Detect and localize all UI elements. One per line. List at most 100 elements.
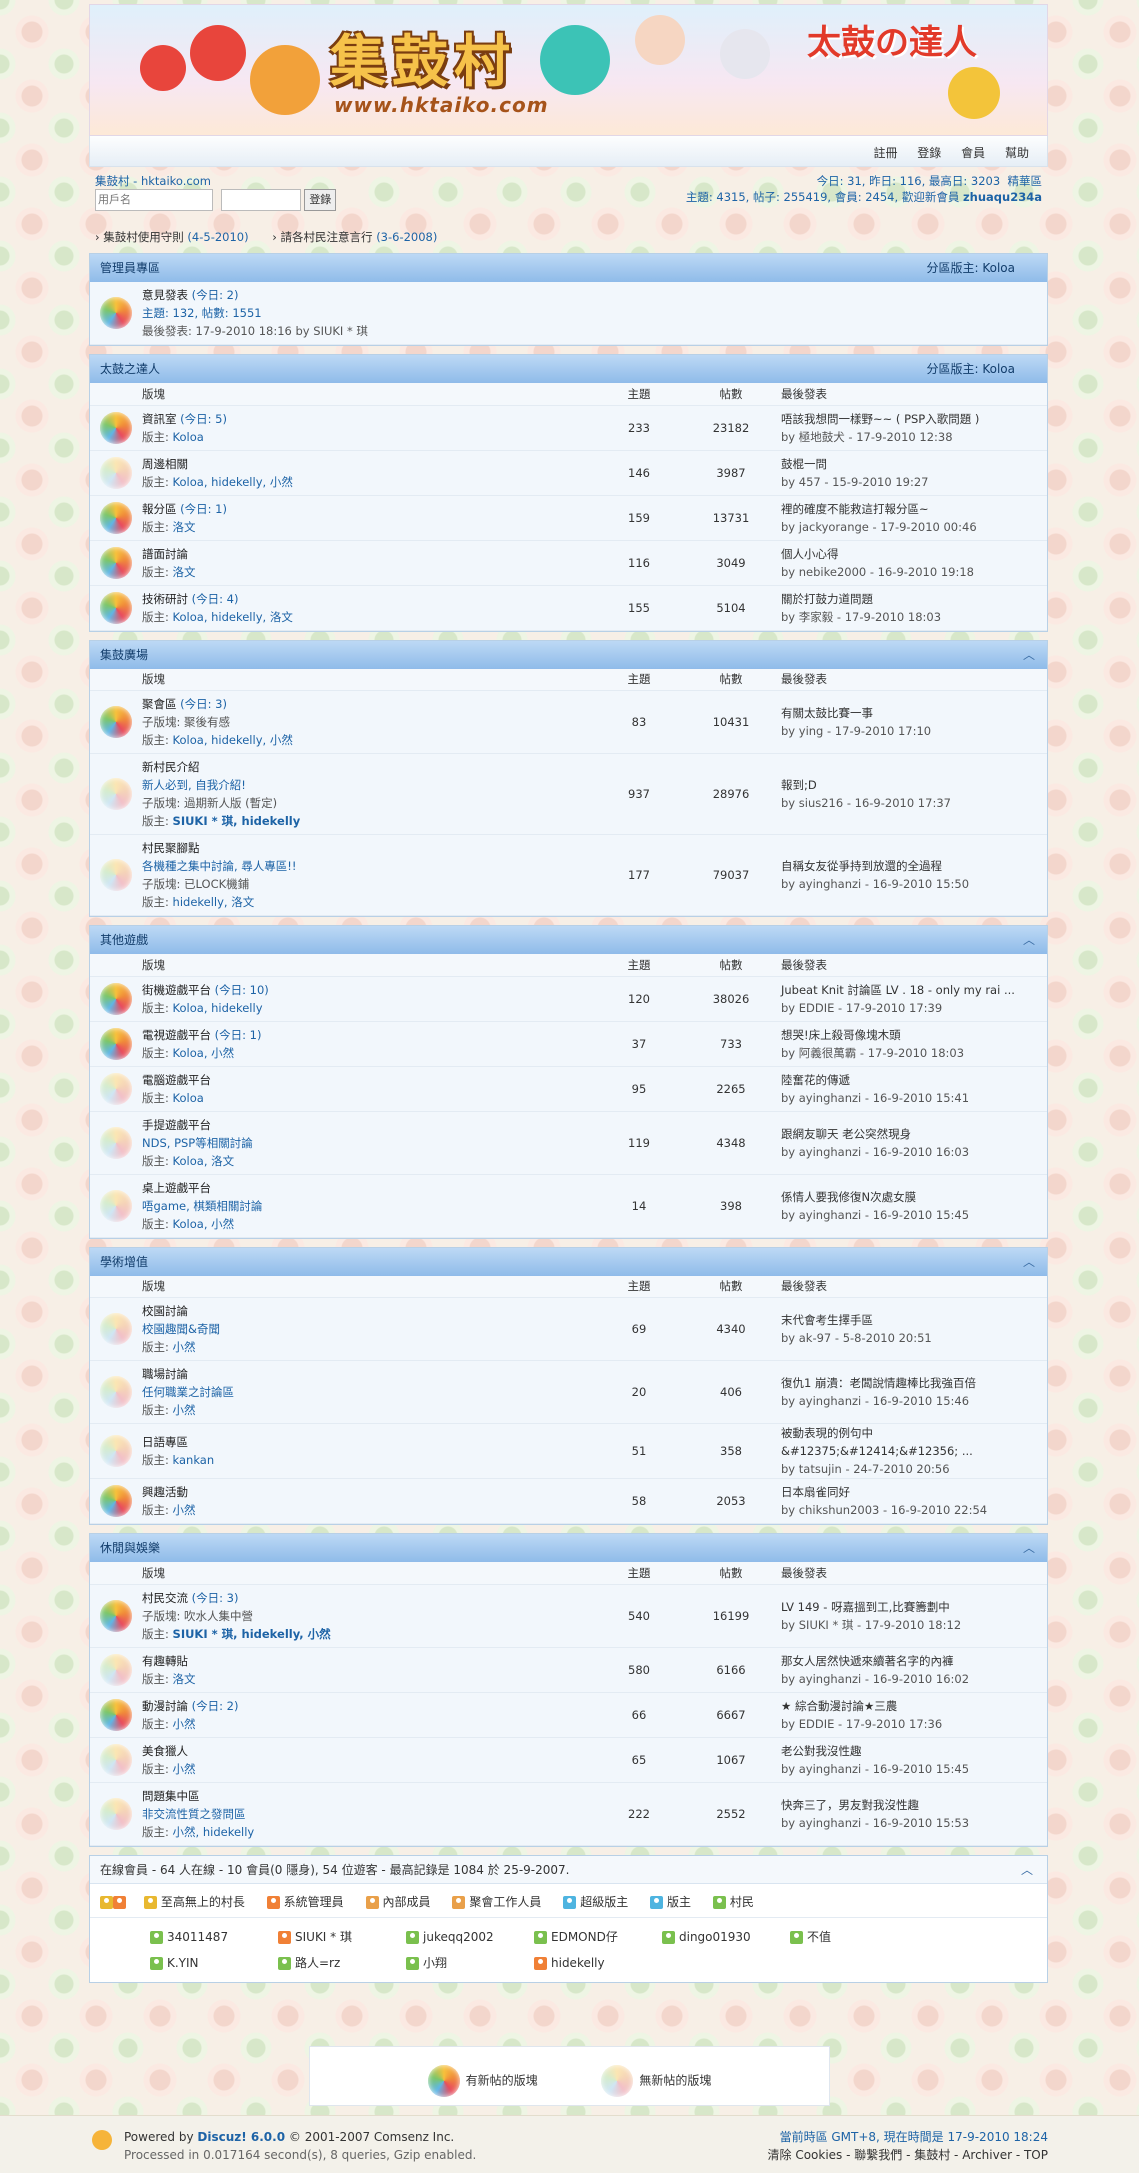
site-banner[interactable]: 集鼓村 www.hktaiko.com 太鼓の達人: [89, 4, 1048, 136]
last-post-title[interactable]: 個人小心得: [781, 545, 1047, 563]
last-post-title[interactable]: 日本扇雀同好: [781, 1483, 1047, 1501]
forum-row[interactable]: 電視遊戲平台 (今日: 1) 版主: Koloa, 小然 37 733 想哭!床上殺哥像…: [90, 1021, 1047, 1067]
nav-register[interactable]: 註冊: [873, 146, 897, 160]
announcement-item[interactable]: › 請各村民注意言行 (3-6-2008): [272, 230, 437, 244]
forum-row[interactable]: 新村民介紹 新人必到, 自我介紹! 子版塊: 過期新人版 (暫定) 版主: SIUKI…: [90, 753, 1047, 835]
online-user[interactable]: dingo01930: [662, 1924, 790, 1950]
online-header[interactable]: 在線會員 - 64 人在線 - 10 會員(0 隱身), 54 位遊客 - 最高…: [90, 1855, 1047, 1884]
online-user[interactable]: EDMOND仔: [534, 1924, 662, 1950]
forum-name[interactable]: 職場討論: [142, 1367, 188, 1381]
forum-name[interactable]: 村民聚腳點: [142, 841, 200, 855]
forum-name[interactable]: 有趣轉貼: [142, 1654, 188, 1668]
last-post-title[interactable]: Jubeat Knit 討論區 LV . 18 - only my rai ..…: [781, 981, 1047, 999]
footer-links[interactable]: 清除 Cookies - 聯繫我們 - 集鼓村 - Archiver - TOP: [768, 2146, 1048, 2164]
forum-row[interactable]: 街機遊戲平台 (今日: 10) 版主: Koloa, hidekelly 120 38…: [90, 976, 1047, 1022]
last-post-title[interactable]: 自稱女友從爭持到放還的全過程: [781, 857, 1047, 875]
forum-name[interactable]: 街機遊戲平台: [142, 983, 211, 997]
forum-row[interactable]: 美食獵人 版主: 小然 65 1067 老公對我沒性趣 by ayinghanzi - 1…: [90, 1737, 1047, 1783]
forum-name[interactable]: 美食獵人: [142, 1744, 188, 1758]
login-button[interactable]: 登錄: [304, 189, 337, 211]
category-header[interactable]: 其他遊戲 ︿: [90, 926, 1047, 954]
site-link[interactable]: 集鼓村 - hktaiko.com: [95, 173, 211, 189]
last-post-title[interactable]: 陸奮花的傳遞: [781, 1071, 1047, 1089]
online-user[interactable]: jukeqq2002: [406, 1924, 534, 1950]
last-post-title[interactable]: 末代會考生擇手區: [781, 1311, 1047, 1329]
last-post-title[interactable]: 有關太鼓比賽一事: [781, 704, 1047, 722]
online-user[interactable]: 小翔: [406, 1950, 534, 1976]
category-header[interactable]: 學術增值 ︿: [90, 1247, 1047, 1276]
password-input[interactable]: [220, 189, 301, 211]
announcement-item[interactable]: › 集鼓村使用守則 (4-5-2010): [95, 230, 249, 244]
last-post-title[interactable]: 被動表現的例句中&#12375;&#12414;&#12356; ...: [781, 1424, 1047, 1460]
forum-row[interactable]: 資訊室 (今日: 5) 版主: Koloa 233 23182 唔該我想問一樣野~~ (…: [90, 405, 1047, 451]
forum-admin[interactable]: 意見發表 (今日: 2) 主題: 132, 帖數: 1551 最後發表: 17-…: [142, 282, 1047, 345]
category-header[interactable]: 太鼓之達人 分區版主: Koloa: [90, 355, 1047, 383]
last-post-title[interactable]: 想哭!床上殺哥像塊木頭: [781, 1026, 1047, 1044]
forum-name[interactable]: 報分區: [142, 502, 177, 516]
forum-name[interactable]: 校園討論: [142, 1304, 188, 1318]
forum-row[interactable]: 桌上遊戲平台 唔game, 棋類相關討論 版主: Koloa, 小然 14 398 係情人…: [90, 1174, 1047, 1238]
last-post-title[interactable]: 那女人居然快遞來續著名字的內褲: [781, 1652, 1047, 1670]
last-post-title[interactable]: 跟網友聊天 老公突然現身: [781, 1125, 1047, 1143]
forum-name[interactable]: 日語專區: [142, 1435, 188, 1449]
online-user[interactable]: hidekelly: [534, 1950, 662, 1976]
category-header[interactable]: 集鼓廣場 ︿: [90, 640, 1047, 669]
forum-row[interactable]: 電腦遊戲平台 版主: Koloa 95 2265 陸奮花的傳遞 by ayinghanzi…: [90, 1066, 1047, 1112]
category-header[interactable]: 管理員專區 分區版主: Koloa: [90, 254, 1047, 282]
forum-name[interactable]: 電腦遊戲平台: [142, 1073, 211, 1087]
forum-name[interactable]: 新村民介紹: [142, 760, 200, 774]
nav-login[interactable]: 登錄: [917, 146, 941, 160]
forum-row[interactable]: 周邊相關 版主: Koloa, hidekelly, 小然 146 3987 鼓棍一問 b…: [90, 450, 1047, 496]
nav-members[interactable]: 會員: [961, 146, 985, 160]
forum-name[interactable]: 譜面討論: [142, 547, 188, 561]
last-post-title[interactable]: LV 149 - 呀嘉搵到工,比賽籌劃中: [781, 1598, 1047, 1616]
forum-row[interactable]: 興趣活動 版主: 小然 58 2053 日本扇雀同好 by chikshun2003 - …: [90, 1478, 1047, 1524]
forum-row[interactable]: 職場討論 任何職業之討論區 版主: 小然 20 406 復仇1 崩潰：老闆說情趣棒比我強百…: [90, 1360, 1047, 1424]
forum-name[interactable]: 技術研討: [142, 592, 188, 606]
last-post-title[interactable]: 老公對我沒性趣: [781, 1742, 1047, 1760]
forum-row[interactable]: 報分區 (今日: 1) 版主: 洛文 159 13731 裡的確度不能救這打報分區~ by…: [90, 495, 1047, 541]
forum-name[interactable]: 電視遊戲平台: [142, 1028, 211, 1042]
last-post-title[interactable]: 唔該我想問一樣野~~ ( PSP入歌問題 ): [781, 410, 1047, 428]
last-post-title[interactable]: 快奔三了，男友對我沒性趣: [781, 1796, 1047, 1814]
forum-row[interactable]: 有趣轉貼 版主: 洛文 580 6166 那女人居然快遞來續著名字的內褲 by aying…: [90, 1647, 1047, 1693]
forum-row[interactable]: 問題集中區 非交流性質之發問區 版主: 小然, hidekelly 222 2552 快奔…: [90, 1782, 1047, 1846]
new-member-link[interactable]: zhuaqu234a: [963, 190, 1042, 204]
last-post-title[interactable]: 復仇1 崩潰：老闆說情趣棒比我強百倍: [781, 1374, 1047, 1392]
forum-row[interactable]: 村民交流 (今日: 3) 子版塊: 吹水人集中營 版主: SIUKI * 琪, hi…: [90, 1584, 1047, 1648]
forum-row[interactable]: 聚會區 (今日: 3) 子版塊: 聚後有感 版主: Koloa, hidekelly…: [90, 690, 1047, 754]
forum-name[interactable]: 手提遊戲平台: [142, 1118, 211, 1132]
forum-row[interactable]: 村民聚腳點 各機種之集中討論, 尋人專區!! 子版塊: 已LOCK機鋪 版主: hid…: [90, 834, 1047, 916]
forum-name[interactable]: 動漫討論: [142, 1699, 188, 1713]
online-user[interactable]: K.YIN: [150, 1950, 278, 1976]
forum-row[interactable]: 日語專區 版主: kankan 51 358 被動表現的例句中&#12375;&#124…: [90, 1423, 1047, 1479]
forum-name[interactable]: 興趣活動: [142, 1485, 188, 1499]
forum-name[interactable]: 村民交流: [142, 1591, 188, 1605]
forum-row[interactable]: 技術研討 (今日: 4) 版主: Koloa, hidekelly, 洛文 155 5…: [90, 585, 1047, 631]
last-post-title[interactable]: 報到;D: [781, 776, 1047, 794]
forum-row[interactable]: 手提遊戲平台 NDS, PSP等相關討論 版主: Koloa, 洛文 119 4348 跟…: [90, 1111, 1047, 1175]
nav-help[interactable]: 幫助: [1005, 146, 1029, 160]
username-input[interactable]: [95, 189, 213, 211]
forum-row[interactable]: 譜面討論 版主: 洛文 116 3049 個人小心得 by nebike2000 - 16…: [90, 540, 1047, 586]
last-post-title[interactable]: 係情人要我修復N次處女膜: [781, 1188, 1047, 1206]
last-post-title[interactable]: 關於打鼓力道問題: [781, 590, 1047, 608]
last-post-title[interactable]: 裡的確度不能救這打報分區~: [781, 500, 1047, 518]
online-user[interactable]: SIUKI * 琪: [278, 1924, 406, 1950]
discuz-link[interactable]: Discuz! 6.0.0: [197, 2130, 285, 2144]
digest-link[interactable]: 精華區: [1008, 174, 1043, 188]
online-user[interactable]: 不值: [790, 1924, 918, 1950]
online-user[interactable]: 路人=rz: [278, 1950, 406, 1976]
forum-name[interactable]: 問題集中區: [142, 1789, 200, 1803]
online-user[interactable]: 34011487: [150, 1924, 278, 1950]
last-post-title[interactable]: ★ 綜合動漫討論★三農: [781, 1697, 1047, 1715]
last-post-title[interactable]: 鼓棍一問: [781, 455, 1047, 473]
forum-name[interactable]: 周邊相關: [142, 457, 188, 471]
forum-row[interactable]: 校園討論 校園趣聞&奇聞 版主: 小然 69 4340 末代會考生擇手區 by ak-97 …: [90, 1297, 1047, 1361]
category-header[interactable]: 休閒與娛樂 ︿: [90, 1534, 1047, 1562]
forum-name[interactable]: 資訊室: [142, 412, 177, 426]
forum-row[interactable]: 動漫討論 (今日: 2) 版主: 小然 66 6667 ★ 綜合動漫討論★三農 by ED…: [90, 1692, 1047, 1738]
forum-name[interactable]: 桌上遊戲平台: [142, 1181, 211, 1195]
forum-name[interactable]: 意見發表: [142, 288, 188, 302]
forum-name[interactable]: 聚會區: [142, 697, 177, 711]
